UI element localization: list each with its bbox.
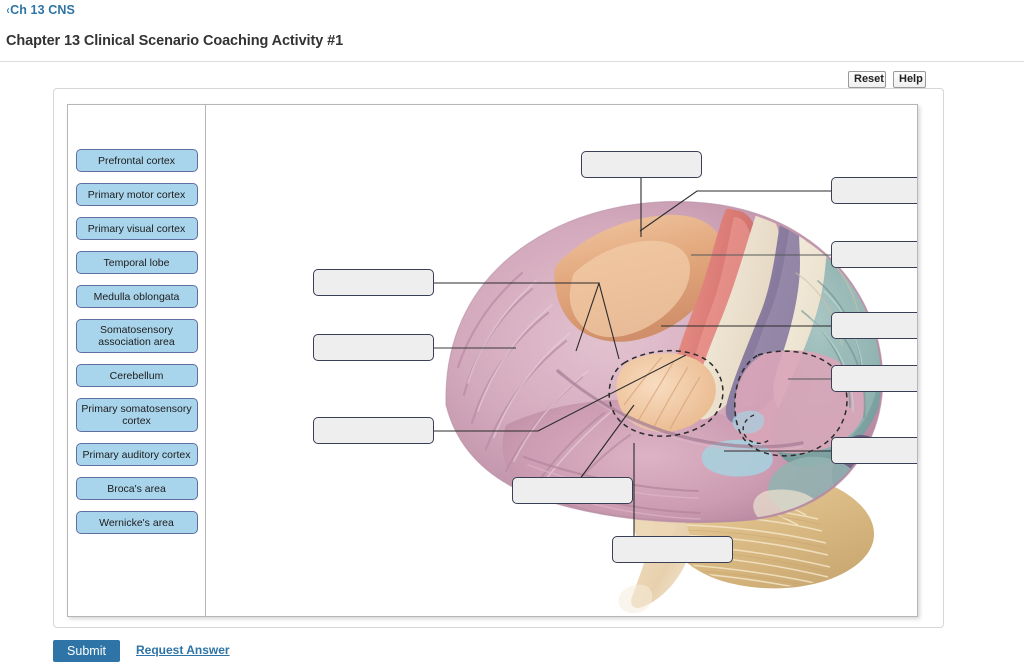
drop-target-left-2[interactable] — [313, 334, 434, 361]
word-bank-item[interactable]: Prefrontal cortex — [75, 149, 198, 172]
title-divider — [0, 61, 1024, 62]
drop-target-right-4[interactable] — [831, 365, 917, 392]
word-bank-item[interactable]: Broca's area — [75, 477, 198, 500]
word-bank-panel: Prefrontal cortex Primary motor cortex Pri… — [68, 105, 206, 616]
word-bank-item[interactable]: Primary auditory cortex — [75, 443, 198, 466]
labeling-workspace: Prefrontal cortex Primary motor cortex Pri… — [67, 104, 918, 617]
brain-diagram-svg — [434, 178, 884, 614]
help-button[interactable]: Help — [893, 71, 926, 88]
drop-target-right-2[interactable] — [831, 241, 917, 268]
word-bank-item[interactable]: Temporal lobe — [75, 251, 198, 274]
page-title: Chapter 13 Clinical Scenario Coaching Ac… — [6, 33, 344, 49]
diagram-stage — [206, 105, 917, 616]
reset-button[interactable]: Reset — [848, 71, 886, 88]
drop-target-left-1[interactable] — [313, 269, 434, 296]
word-bank-item[interactable]: Primary motor cortex — [75, 183, 198, 206]
word-bank-item[interactable]: Primary visual cortex — [75, 217, 198, 240]
word-bank-item[interactable]: Medulla oblongata — [75, 285, 198, 308]
word-bank-item[interactable]: Cerebellum — [75, 364, 198, 387]
request-answer-link[interactable]: Request Answer — [136, 643, 230, 657]
word-bank-item[interactable]: Somatosensory association area — [75, 319, 198, 353]
submit-button[interactable]: Submit — [53, 640, 120, 662]
breadcrumb-label: Ch 13 CNS — [10, 3, 75, 17]
word-bank-item[interactable]: Wernicke's area — [75, 511, 198, 534]
drop-target-top[interactable] — [581, 151, 702, 178]
drop-target-right-1[interactable] — [831, 177, 917, 204]
drop-target-right-3[interactable] — [831, 312, 917, 339]
word-bank-item[interactable]: Primary somatosensory cortex — [75, 398, 198, 432]
chevron-left-icon: ‹ — [6, 3, 10, 17]
drop-target-right-5[interactable] — [831, 437, 917, 464]
drop-target-bottom-left[interactable] — [512, 477, 633, 504]
drop-target-left-3[interactable] — [313, 417, 434, 444]
drop-target-bottom[interactable] — [612, 536, 733, 563]
breadcrumb-back-link[interactable]: ‹Ch 13 CNS — [6, 3, 75, 17]
